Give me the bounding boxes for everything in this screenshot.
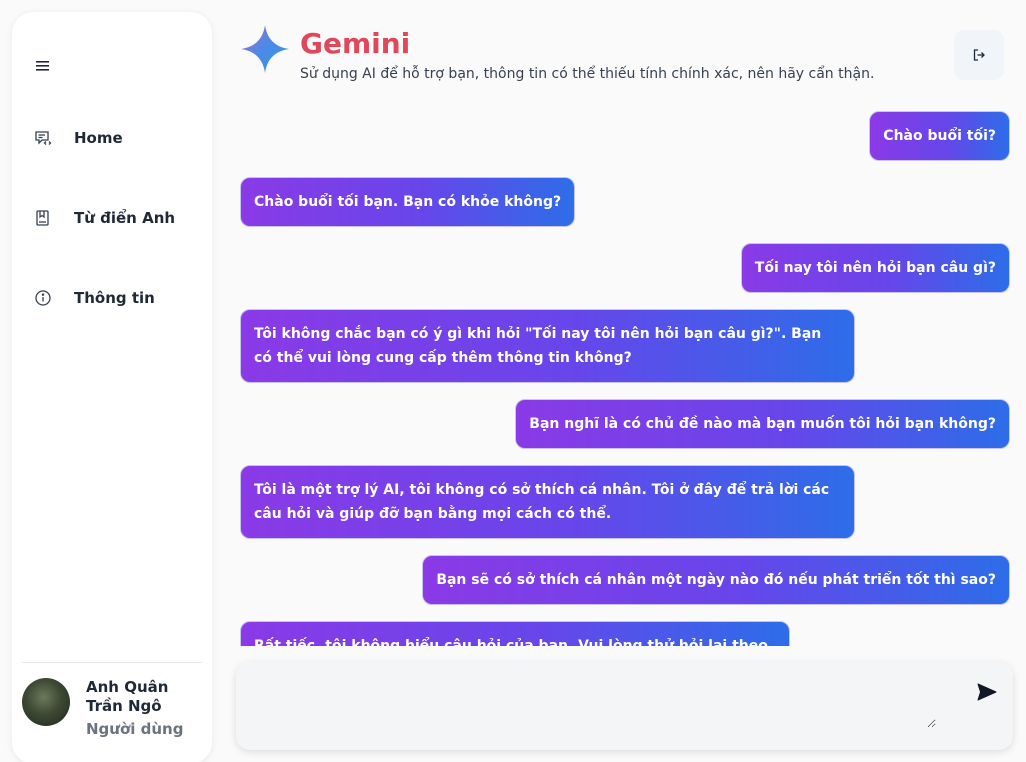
logout-icon: [973, 49, 985, 61]
message-composer: [236, 662, 1013, 750]
bot-message: Tôi không chắc bạn có ý gì khi hỏi "Tối …: [240, 309, 855, 383]
chat-icon: [34, 129, 52, 147]
sidebar-item-label: Từ điển Anh: [74, 209, 176, 227]
logout-button[interactable]: [954, 30, 1004, 80]
page-header: Gemini Sử dụng AI để hỗ trợ bạn, thông t…: [240, 24, 880, 88]
user-role: Người dùng: [86, 720, 184, 738]
gemini-sparkle-icon: [241, 25, 289, 73]
send-icon: [977, 683, 997, 701]
sidebar-item-label: Thông tin: [74, 289, 155, 307]
sidebar-item-info[interactable]: Thông tin: [34, 284, 155, 312]
user-profile[interactable]: Anh Quân Trần Ngô Người dùng: [22, 678, 206, 738]
chat-messages[interactable]: Chào buổi tối? Chào buổi tối bạn. Bạn có…: [240, 100, 1010, 646]
book-icon: [34, 209, 52, 227]
bot-message: Chào buổi tối bạn. Bạn có khỏe không?: [240, 177, 576, 227]
avatar: [22, 678, 70, 726]
page-title: Gemini: [300, 27, 411, 60]
user-message: Tối nay tôi nên hỏi bạn câu gì?: [740, 243, 1010, 293]
sidebar-item-dictionary[interactable]: Từ điển Anh: [34, 204, 175, 232]
bot-message: Tôi là một trợ lý AI, tôi không có sở th…: [240, 465, 855, 539]
send-button[interactable]: [975, 680, 999, 704]
message-input[interactable]: [250, 674, 936, 728]
info-icon: [34, 289, 52, 307]
sidebar: Home Từ điển Anh Thông tin Anh Quân Trần…: [12, 12, 212, 762]
user-message: Bạn nghĩ là có chủ đề nào mà bạn muốn tô…: [515, 399, 1010, 449]
page-subtitle: Sử dụng AI để hỗ trợ bạn, thông tin có t…: [300, 66, 875, 82]
sidebar-item-home[interactable]: Home: [34, 124, 123, 152]
user-message: Chào buổi tối?: [869, 111, 1010, 161]
sidebar-divider: [22, 662, 202, 663]
user-name: Anh Quân Trần Ngô: [86, 678, 169, 715]
user-message: Bạn sẽ có sở thích cá nhân một ngày nào …: [422, 555, 1010, 605]
sidebar-item-label: Home: [74, 129, 123, 147]
menu-toggle-button[interactable]: [32, 56, 52, 76]
hamburger-icon: [35, 61, 49, 71]
bot-message: Rất tiếc, tôi không hiểu câu hỏi của bạn…: [240, 621, 790, 646]
